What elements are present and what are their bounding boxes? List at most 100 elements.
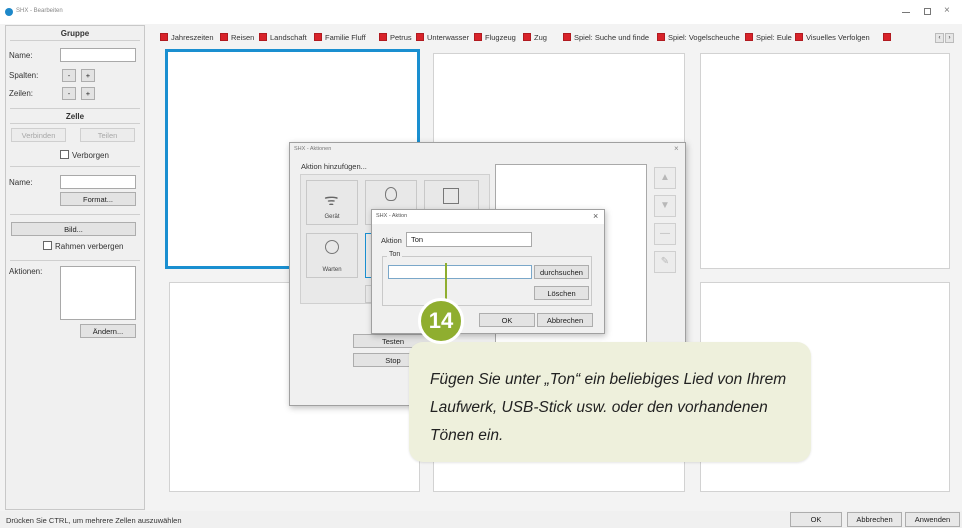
checkbox-box[interactable] xyxy=(43,241,52,250)
tab-spiel-eule[interactable]: Spiel: Eule xyxy=(745,31,792,45)
rows-minus-button[interactable]: - xyxy=(62,87,76,100)
action-name-input[interactable]: Ton xyxy=(406,232,532,247)
group-name-label: Name: xyxy=(9,51,33,60)
divider xyxy=(10,108,140,109)
add-action-label: Aktion hinzufügen... xyxy=(301,162,367,171)
tile-label: Warten xyxy=(322,267,342,273)
tab-marker-icon xyxy=(379,33,387,41)
cell-header: Zelle xyxy=(65,112,85,121)
tile-device[interactable]: ᯤ Gerät xyxy=(306,180,358,225)
tab-label: Spiel: Vogelscheuche xyxy=(668,33,740,42)
app-icon xyxy=(5,8,13,16)
tab-marker-icon xyxy=(657,33,665,41)
divider xyxy=(10,123,140,124)
columns-minus-button[interactable]: - xyxy=(62,69,76,82)
hidden-checkbox[interactable]: Verborgen xyxy=(60,150,109,160)
status-hint: Drücken Sie CTRL, um mehrere Zellen ausz… xyxy=(6,516,182,525)
move-down-button[interactable]: ▼ xyxy=(654,195,676,217)
divider xyxy=(10,40,140,41)
film-icon xyxy=(443,188,459,204)
tab-new[interactable] xyxy=(883,31,894,45)
close-icon[interactable]: × xyxy=(593,211,598,221)
tab-marker-icon xyxy=(220,33,228,41)
tab-scroll-left-icon[interactable]: ‹ xyxy=(935,33,944,43)
tab-zug[interactable]: Zug xyxy=(523,31,547,45)
tab-label: Reisen xyxy=(231,33,255,42)
tab-familie-fluff[interactable]: Familie Fluff xyxy=(314,31,366,45)
tab-unterwasser[interactable]: Unterwasser xyxy=(416,31,469,45)
tab-marker-icon xyxy=(523,33,531,41)
tab-marker-icon xyxy=(160,33,168,41)
edit-button[interactable]: ✎ xyxy=(654,251,676,273)
remove-button[interactable]: — xyxy=(654,223,676,245)
tab-label: Flugzeug xyxy=(485,33,516,42)
tab-label: Jahreszeiten xyxy=(171,33,214,42)
group-header: Gruppe xyxy=(60,29,90,38)
tab-landschaft[interactable]: Landschaft xyxy=(259,31,307,45)
tab-marker-icon xyxy=(416,33,424,41)
connect-button[interactable]: Verbinden xyxy=(11,128,66,142)
checkbox-box[interactable] xyxy=(60,150,69,159)
group-name-input[interactable] xyxy=(60,48,136,62)
tile-wait[interactable]: Warten xyxy=(306,233,358,278)
tab-jahreszeiten[interactable]: Jahreszeiten xyxy=(160,31,214,45)
split-button[interactable]: Teilen xyxy=(80,128,135,142)
step-number: 14 xyxy=(428,308,454,333)
tab-petrus[interactable]: Petrus xyxy=(379,31,412,45)
cancel-button[interactable]: Abbrechen xyxy=(847,512,902,527)
tab-label: Familie Fluff xyxy=(325,33,366,42)
tab-spiel-vogelscheuche[interactable]: Spiel: Vogelscheuche xyxy=(657,31,740,45)
rows-label: Zeilen: xyxy=(9,89,34,98)
callout-leader-line xyxy=(445,263,447,303)
cell-name-input[interactable] xyxy=(60,175,136,189)
actions-dialog-title: SHX - Aktionen xyxy=(294,146,332,152)
action-label: Aktion xyxy=(381,236,402,245)
move-up-button[interactable]: ▲ xyxy=(654,167,676,189)
grid-cell[interactable] xyxy=(700,53,950,269)
actions-list[interactable] xyxy=(60,266,136,320)
cancel-button[interactable]: Abbrechen xyxy=(537,313,593,327)
tab-visuelles-verfolgen[interactable]: Visuelles Verfolgen xyxy=(795,31,870,45)
tile-label: Gerät xyxy=(324,214,340,220)
callout-text: Fügen Sie unter „Ton“ ein beliebiges Lie… xyxy=(430,371,787,444)
sound-group-label: Ton xyxy=(387,251,403,258)
close-icon[interactable]: × xyxy=(944,5,950,16)
divider xyxy=(10,260,140,261)
apply-button[interactable]: Anwenden xyxy=(905,512,960,527)
tab-marker-icon xyxy=(259,33,267,41)
image-button[interactable]: Bild... xyxy=(11,222,136,236)
tab-marker-icon xyxy=(474,33,482,41)
minimize-icon[interactable] xyxy=(902,12,910,13)
tab-label: Landschaft xyxy=(270,33,307,42)
tab-label: Visuelles Verfolgen xyxy=(806,33,870,42)
format-button[interactable]: Format... xyxy=(60,192,136,206)
step-badge: 14 xyxy=(418,298,464,344)
columns-plus-button[interactable]: + xyxy=(81,69,95,82)
change-actions-button[interactable]: Ändern... xyxy=(80,324,136,338)
arrow-up-icon: ▲ xyxy=(660,172,670,183)
lightbulb-icon xyxy=(385,187,397,201)
tab-spiel-suche[interactable]: Spiel: Suche und finde xyxy=(563,31,649,45)
ok-button[interactable]: OK xyxy=(479,313,535,327)
action-dialog-title: SHX - Aktion xyxy=(376,213,408,219)
pencil-icon: ✎ xyxy=(660,256,670,267)
sound-file-input[interactable] xyxy=(388,265,532,279)
ok-button[interactable]: OK xyxy=(790,512,842,527)
rows-plus-button[interactable]: + xyxy=(81,87,95,100)
divider xyxy=(10,166,140,167)
tab-flugzeug[interactable]: Flugzeug xyxy=(474,31,516,45)
delete-button[interactable]: Löschen xyxy=(534,286,589,300)
maximize-icon[interactable] xyxy=(924,8,931,15)
close-icon[interactable]: × xyxy=(674,144,679,153)
stopwatch-icon xyxy=(325,240,339,254)
browse-button[interactable]: durchsuchen xyxy=(534,265,589,279)
tab-reisen[interactable]: Reisen xyxy=(220,31,254,45)
tab-scroll-right-icon[interactable]: › xyxy=(945,33,954,43)
hide-frame-checkbox[interactable]: Rahmen verbergen xyxy=(43,241,123,251)
tab-label: Petrus xyxy=(390,33,412,42)
tab-label: Spiel: Suche und finde xyxy=(574,33,650,42)
columns-label: Spalten: xyxy=(9,71,39,80)
arrow-down-icon: ▼ xyxy=(660,200,670,211)
divider xyxy=(10,214,140,215)
hidden-label: Verborgen xyxy=(72,151,109,160)
